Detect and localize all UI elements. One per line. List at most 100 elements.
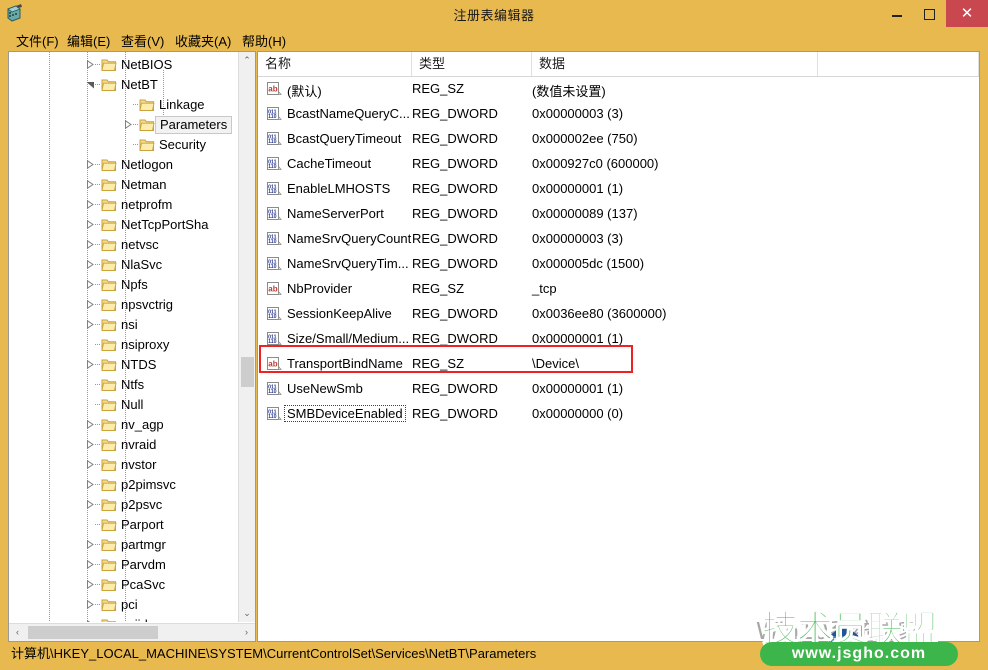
tree-vertical-scrollbar[interactable]: ⌃ ⌄ [238, 52, 255, 622]
chevron-right-icon[interactable] [86, 560, 95, 569]
chevron-right-icon[interactable] [86, 480, 95, 489]
registry-value-row[interactable]: 011 110 NameServerPort REG_DWORD 0x00000089 … [258, 202, 979, 227]
tree-item-pciide[interactable]: pciide [9, 615, 239, 622]
tree-item-npfs[interactable]: Npfs [9, 275, 239, 295]
tree-scroll-down-button[interactable]: ⌄ [239, 605, 255, 622]
chevron-right-icon[interactable] [86, 60, 95, 69]
tree-scroll-up-button[interactable]: ⌃ [239, 52, 255, 69]
chevron-right-icon[interactable] [86, 280, 95, 289]
registry-value-row[interactable]: 011 110 SessionKeepAlive REG_DWORD 0x0036ee8… [258, 302, 979, 327]
chevron-right-icon[interactable] [86, 360, 95, 369]
chevron-right-icon[interactable] [86, 420, 95, 429]
chevron-right-icon[interactable] [86, 320, 95, 329]
registry-value-row[interactable]: 011 110 EnableLMHOSTS REG_DWORD 0x00000001 (… [258, 177, 979, 202]
tree-item-ntfs[interactable]: Ntfs [9, 375, 239, 395]
chevron-right-icon[interactable] [86, 260, 95, 269]
column-header-1[interactable]: 类型 [412, 52, 532, 76]
svg-text:110: 110 [268, 139, 276, 145]
folder-icon [101, 358, 117, 372]
registry-value-row[interactable]: 011 110 Size/Small/Medium... REG_DWORD 0x000… [258, 327, 979, 352]
tree-item-nvraid[interactable]: nvraid [9, 435, 239, 455]
tree-scrollbar-thumb[interactable] [241, 357, 254, 387]
chevron-down-icon[interactable] [86, 80, 95, 89]
chevron-right-icon[interactable] [86, 220, 95, 229]
tree-scroll-left-button[interactable]: ‹ [9, 624, 26, 641]
folder-icon [139, 118, 155, 132]
registry-value-row[interactable]: ab NbProvider REG_SZ _tcp [258, 277, 979, 302]
chevron-right-icon[interactable] [86, 620, 95, 622]
dword-value-icon: 011 110 [266, 381, 282, 397]
value-type: REG_SZ [412, 281, 465, 296]
tree-item-parport[interactable]: Parport [9, 515, 239, 535]
chevron-right-icon[interactable] [86, 600, 95, 609]
menu-item-1[interactable]: 编辑(E) [63, 30, 114, 51]
svg-text:110: 110 [268, 239, 276, 245]
chevron-right-icon[interactable] [86, 160, 95, 169]
chevron-right-icon[interactable] [124, 120, 133, 129]
maximize-button[interactable] [913, 0, 946, 27]
tree-item-partmgr[interactable]: partmgr [9, 535, 239, 555]
tree-item-nsi[interactable]: nsi [9, 315, 239, 335]
tree-item-security[interactable]: Security [9, 135, 239, 155]
value-name: EnableLMHOSTS [287, 181, 391, 196]
tree-item-netprofm[interactable]: netprofm [9, 195, 239, 215]
tree-item-nvstor[interactable]: nvstor [9, 455, 239, 475]
registry-value-row[interactable]: 011 110 NameSrvQueryCount REG_DWORD 0x000000… [258, 227, 979, 252]
value-type: REG_DWORD [412, 131, 498, 146]
menu-item-0[interactable]: 文件(F) [12, 30, 63, 51]
tree-item-nv-agp[interactable]: nv_agp [9, 415, 239, 435]
chevron-right-icon[interactable] [86, 240, 95, 249]
menu-item-3[interactable]: 收藏夹(A) [171, 30, 235, 51]
close-button[interactable]: ✕ [946, 0, 988, 27]
column-header-0[interactable]: 名称 [258, 52, 412, 76]
minimize-button[interactable] [880, 0, 913, 27]
tree-hscrollbar-thumb[interactable] [28, 626, 158, 639]
tree-item-ntds[interactable]: NTDS [9, 355, 239, 375]
chevron-right-icon[interactable] [86, 580, 95, 589]
tree-item-npsvctrig[interactable]: npsvctrig [9, 295, 239, 315]
tree-item-nlasvc[interactable]: NlaSvc [9, 255, 239, 275]
column-header-3[interactable] [818, 52, 979, 76]
registry-value-row[interactable]: 011 110 SMBDeviceEnabled REG_DWORD 0x0000000… [258, 402, 979, 427]
registry-value-row[interactable]: 011 110 CacheTimeout REG_DWORD 0x000927c0 (6… [258, 152, 979, 177]
tree-scroll-right-button[interactable]: › [238, 624, 255, 641]
folder-icon [101, 458, 117, 472]
chevron-right-icon[interactable] [86, 460, 95, 469]
tree-item-nettcpportsha[interactable]: NetTcpPortSha [9, 215, 239, 235]
tree-item-netvsc[interactable]: netvsc [9, 235, 239, 255]
registry-value-row[interactable]: 011 110 BcastNameQueryC... REG_DWORD 0x00000… [258, 102, 979, 127]
registry-value-row[interactable]: 011 110 NameSrvQueryTim... REG_DWORD 0x00000… [258, 252, 979, 277]
tree-item-netlogon[interactable]: Netlogon [9, 155, 239, 175]
tree-connector [133, 104, 139, 105]
tree-item-linkage[interactable]: Linkage [9, 95, 239, 115]
tree-horizontal-scrollbar[interactable]: ‹ › [9, 623, 255, 641]
chevron-right-icon[interactable] [86, 440, 95, 449]
registry-value-row[interactable]: 011 110 BcastQueryTimeout REG_DWORD 0x000002… [258, 127, 979, 152]
tree-item-nsiproxy[interactable]: nsiproxy [9, 335, 239, 355]
chevron-right-icon[interactable] [86, 180, 95, 189]
tree-item-p2psvc[interactable]: p2psvc [9, 495, 239, 515]
chevron-right-icon[interactable] [86, 500, 95, 509]
tree-item-parameters[interactable]: Parameters [9, 115, 239, 135]
tree-item-label: Parameters [155, 116, 233, 134]
column-header-2[interactable]: 数据 [532, 52, 818, 76]
tree-item-netbt[interactable]: NetBT [9, 75, 239, 95]
tree-item-parvdm[interactable]: Parvdm [9, 555, 239, 575]
tree-item-null[interactable]: Null [9, 395, 239, 415]
folder-icon [101, 258, 117, 272]
chevron-right-icon[interactable] [86, 540, 95, 549]
menu-item-2[interactable]: 查看(V) [117, 30, 168, 51]
chevron-right-icon[interactable] [86, 200, 95, 209]
chevron-right-icon[interactable] [86, 300, 95, 309]
tree-item-pcasvc[interactable]: PcaSvc [9, 575, 239, 595]
registry-value-row[interactable]: 011 110 UseNewSmb REG_DWORD 0x00000001 (1) [258, 377, 979, 402]
menu-item-4[interactable]: 帮助(H) [238, 30, 290, 51]
tree-item-netbios[interactable]: NetBIOS [9, 55, 239, 75]
tree-item-p2pimsvc[interactable]: p2pimsvc [9, 475, 239, 495]
value-name: SessionKeepAlive [287, 306, 392, 321]
registry-editor-window: 注册表编辑器 ✕ 文件(F) 编辑(E) 查看(V) 收藏夹(A) 帮助(H) NetB… [0, 0, 988, 670]
tree-item-pci[interactable]: pci [9, 595, 239, 615]
registry-value-row[interactable]: ab TransportBindName REG_SZ \Device\ [258, 352, 979, 377]
tree-item-netman[interactable]: Netman [9, 175, 239, 195]
registry-value-row[interactable]: ab (默认) REG_SZ (数值未设置) [258, 77, 979, 102]
